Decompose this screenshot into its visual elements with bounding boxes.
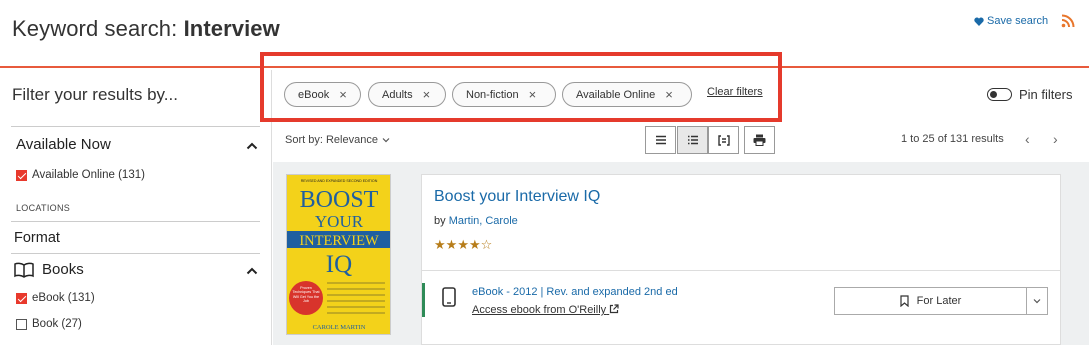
- facet-available-now[interactable]: Available Now: [16, 136, 111, 153]
- divider: [11, 253, 260, 254]
- external-link-icon: [610, 304, 619, 314]
- page-title-term: Interview: [183, 16, 280, 41]
- facet-option-available-online[interactable]: Available Online (131): [16, 169, 145, 181]
- pin-filters-label: Pin filters: [1019, 87, 1073, 102]
- cover-edition-note: REVISED AND EXPANDED SECOND EDITION: [301, 179, 378, 183]
- sort-by-label: Sort by: Relevance: [285, 134, 378, 146]
- heart-icon: [974, 17, 984, 26]
- save-search-link[interactable]: Save search: [974, 15, 1048, 27]
- cover-title-line3: INTERVIEW: [299, 233, 379, 249]
- cover-title-line1: BOOST: [300, 187, 379, 213]
- star-filled-icon: ★: [457, 237, 469, 252]
- availability-indicator: [422, 283, 425, 317]
- chevron-up-icon[interactable]: [246, 140, 258, 152]
- cover-author: CAROLE MARTIN: [313, 324, 366, 331]
- detail-list-icon: [687, 135, 698, 145]
- divider: [11, 126, 260, 127]
- facet-option-book[interactable]: Book (27): [16, 318, 82, 330]
- results-count: 1 to 25 of 131 results: [901, 133, 1004, 145]
- filter-heading: Filter your results by...: [12, 85, 178, 104]
- star-filled-icon: ★: [468, 237, 481, 252]
- pin-filters-toggle[interactable]: [987, 88, 1012, 101]
- divider: [11, 221, 260, 222]
- access-ebook-link[interactable]: Access ebook from O'Reilly: [472, 304, 619, 316]
- for-later-dropdown[interactable]: [1027, 288, 1047, 314]
- for-later-label: For Later: [916, 295, 962, 307]
- compact-icon: [717, 134, 730, 146]
- facet-books[interactable]: Books: [14, 261, 84, 278]
- result-author: by Martin, Carole: [434, 215, 518, 227]
- tablet-icon: [442, 287, 456, 307]
- sort-by-dropdown[interactable]: Sort by: Relevance: [285, 134, 390, 146]
- facet-option-label: Available Online (131): [32, 169, 145, 181]
- chevron-up-icon[interactable]: [246, 265, 258, 277]
- filter-sidebar: Filter your results by... Available Now …: [0, 70, 272, 345]
- result-card: Boost your Interview IQ by Martin, Carol…: [421, 174, 1061, 345]
- author-link[interactable]: Martin, Carole: [449, 215, 518, 227]
- access-ebook-label: Access ebook from O'Reilly: [472, 304, 607, 316]
- cover-title-line4: IQ: [326, 251, 352, 278]
- prev-page-icon[interactable]: ‹: [1025, 131, 1030, 147]
- cover-title-line2: YOUR: [315, 212, 364, 231]
- page-title-prefix: Keyword search:: [12, 16, 184, 41]
- star-filled-icon: ★: [434, 237, 446, 252]
- view-detail-button[interactable]: [677, 126, 708, 154]
- checkbox-ebook[interactable]: [16, 292, 27, 304]
- book-cover-art: REVISED AND EXPANDED SECOND EDITION BOOS…: [287, 175, 390, 334]
- print-button[interactable]: [744, 126, 775, 154]
- list-icon: [655, 135, 666, 145]
- print-icon: [753, 134, 766, 146]
- facet-option-ebook[interactable]: eBook (131): [16, 292, 95, 304]
- cover-badge: Proven Techniques That Will Get You the …: [292, 286, 320, 303]
- star-filled-icon: ★: [445, 237, 458, 252]
- bookmark-icon: [900, 295, 909, 307]
- book-icon: [14, 262, 34, 278]
- facet-option-label: Book (27): [32, 318, 82, 330]
- for-later-button[interactable]: For Later: [835, 288, 1027, 314]
- rating-stars: ★★★★☆: [434, 237, 492, 253]
- facet-option-label: eBook (131): [32, 292, 95, 304]
- book-cover-image[interactable]: REVISED AND EXPANDED SECOND EDITION BOOS…: [286, 174, 391, 335]
- save-search-label: Save search: [987, 15, 1049, 27]
- format-edition-text: eBook - 2012 | Rev. and expanded 2nd ed: [472, 286, 678, 298]
- checkbox-book[interactable]: [16, 318, 27, 330]
- result-card-header: Boost your Interview IQ by Martin, Carol…: [422, 175, 1060, 271]
- rss-icon[interactable]: [1061, 14, 1075, 28]
- author-prefix: by: [434, 215, 449, 227]
- locations-label[interactable]: LOCATIONS: [16, 203, 70, 213]
- next-page-icon[interactable]: ›: [1053, 131, 1058, 147]
- facet-format: Format: [14, 230, 60, 246]
- view-list-button[interactable]: [645, 126, 676, 154]
- view-compact-button[interactable]: [708, 126, 739, 154]
- checkbox-available-online[interactable]: [16, 169, 27, 181]
- chevron-down-icon: [1033, 299, 1041, 304]
- page-title: Keyword search: Interview: [12, 16, 280, 42]
- cover-badge-text: Proven Techniques That Will Get You the …: [292, 286, 320, 303]
- result-title-link[interactable]: Boost your Interview IQ: [434, 188, 600, 206]
- chevron-down-icon: [382, 138, 390, 143]
- star-empty-icon: ☆: [480, 237, 493, 252]
- for-later-button-group: For Later: [834, 287, 1048, 315]
- highlight-box: [260, 52, 782, 122]
- facet-books-label: Books: [42, 261, 84, 278]
